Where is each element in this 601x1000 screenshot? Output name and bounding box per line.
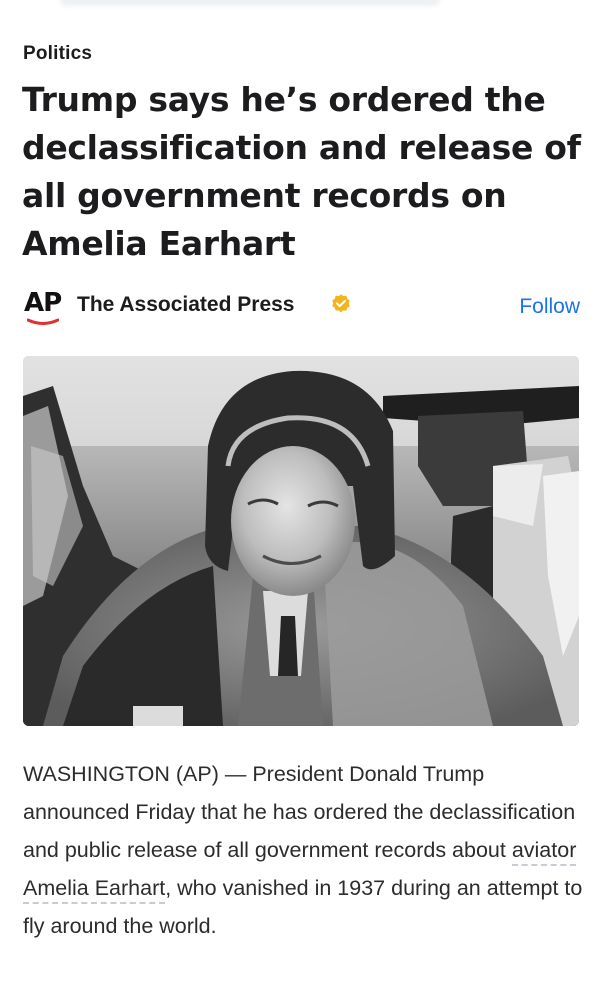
- follow-button[interactable]: Follow: [519, 295, 580, 319]
- verified-badge-icon: [332, 294, 350, 313]
- amelia-earhart-photo-icon: [23, 356, 579, 726]
- top-bar-remnant: [60, 0, 440, 6]
- ap-logo-text: AP: [24, 288, 62, 318]
- article-body: WASHINGTON (AP) — President Donald Trump…: [23, 755, 588, 945]
- article-photo[interactable]: [23, 356, 579, 726]
- ap-logo-swoosh-icon: [27, 318, 59, 325]
- category-label[interactable]: Politics: [23, 43, 92, 65]
- article-headline: Trump says he’s ordered the declassifica…: [22, 80, 581, 263]
- publisher-name[interactable]: The Associated Press: [77, 293, 295, 317]
- ap-logo[interactable]: AP: [24, 288, 64, 328]
- article-body-text-1: WASHINGTON (AP) — President Donald Trump…: [23, 762, 576, 862]
- source-row: AP The Associated Press Follow: [24, 288, 580, 332]
